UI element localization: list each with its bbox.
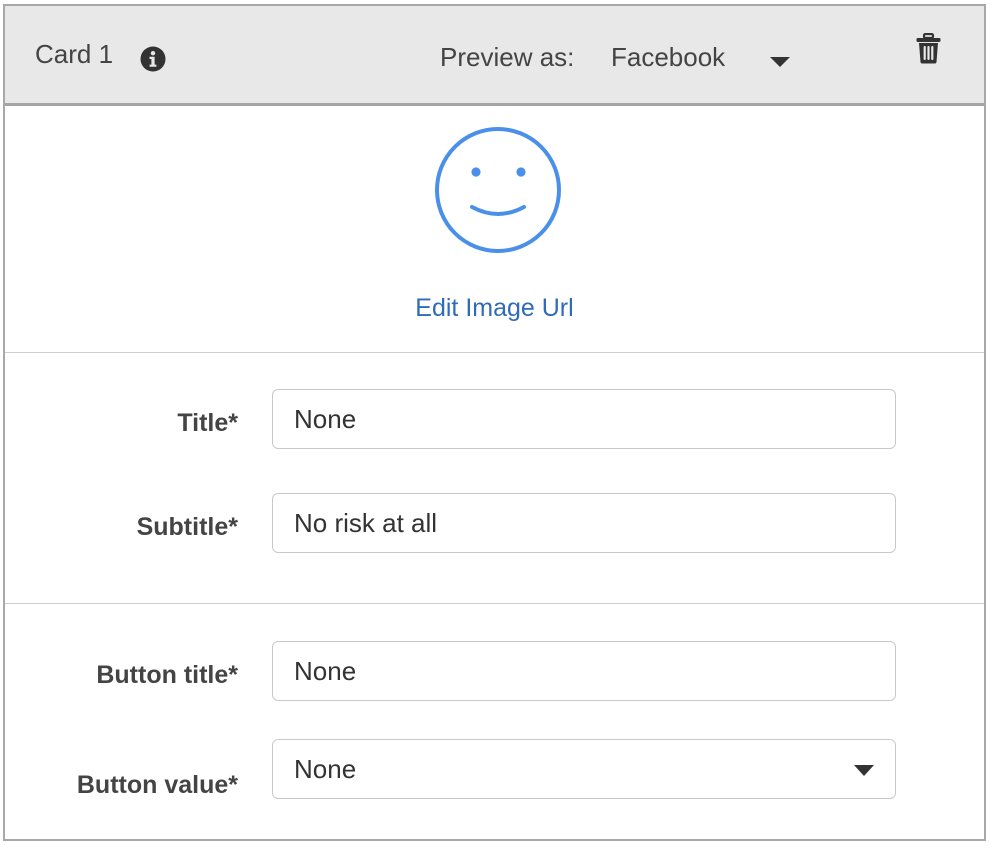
text-fields-section: Title* None Subtitle* No risk at all <box>5 353 984 604</box>
button-title-label: Button title* <box>96 661 238 689</box>
card-header: Card 1 Preview as: Facebook <box>5 6 984 106</box>
button-value-label: Button value* <box>76 771 238 799</box>
title-input[interactable]: None <box>272 389 896 449</box>
preview-platform-dropdown[interactable]: Facebook <box>611 42 796 78</box>
subtitle-label: Subtitle* <box>136 513 238 541</box>
smiley-face-icon <box>435 127 561 253</box>
subtitle-input[interactable]: No risk at all <box>272 493 896 553</box>
card-image-section: Edit Image Url <box>5 106 984 353</box>
button-value-dropdown[interactable]: None <box>272 739 896 799</box>
caret-down-icon <box>770 57 790 67</box>
edit-image-url-link[interactable]: Edit Image Url <box>5 294 984 323</box>
info-icon[interactable] <box>140 46 166 72</box>
title-label: Title* <box>177 409 238 437</box>
trash-icon[interactable] <box>916 33 941 64</box>
preview-as-label: Preview as: <box>440 42 575 72</box>
button-title-input[interactable]: None <box>272 641 896 701</box>
button-value-selected: None <box>294 754 357 784</box>
preview-platform-value: Facebook <box>611 42 726 72</box>
card-title: Card 1 <box>35 39 114 69</box>
response-card: Card 1 Preview as: Facebook Edit Image U… <box>3 4 986 841</box>
caret-down-icon <box>854 765 874 776</box>
button-fields-section: Button title* None Button value* None <box>5 604 984 839</box>
